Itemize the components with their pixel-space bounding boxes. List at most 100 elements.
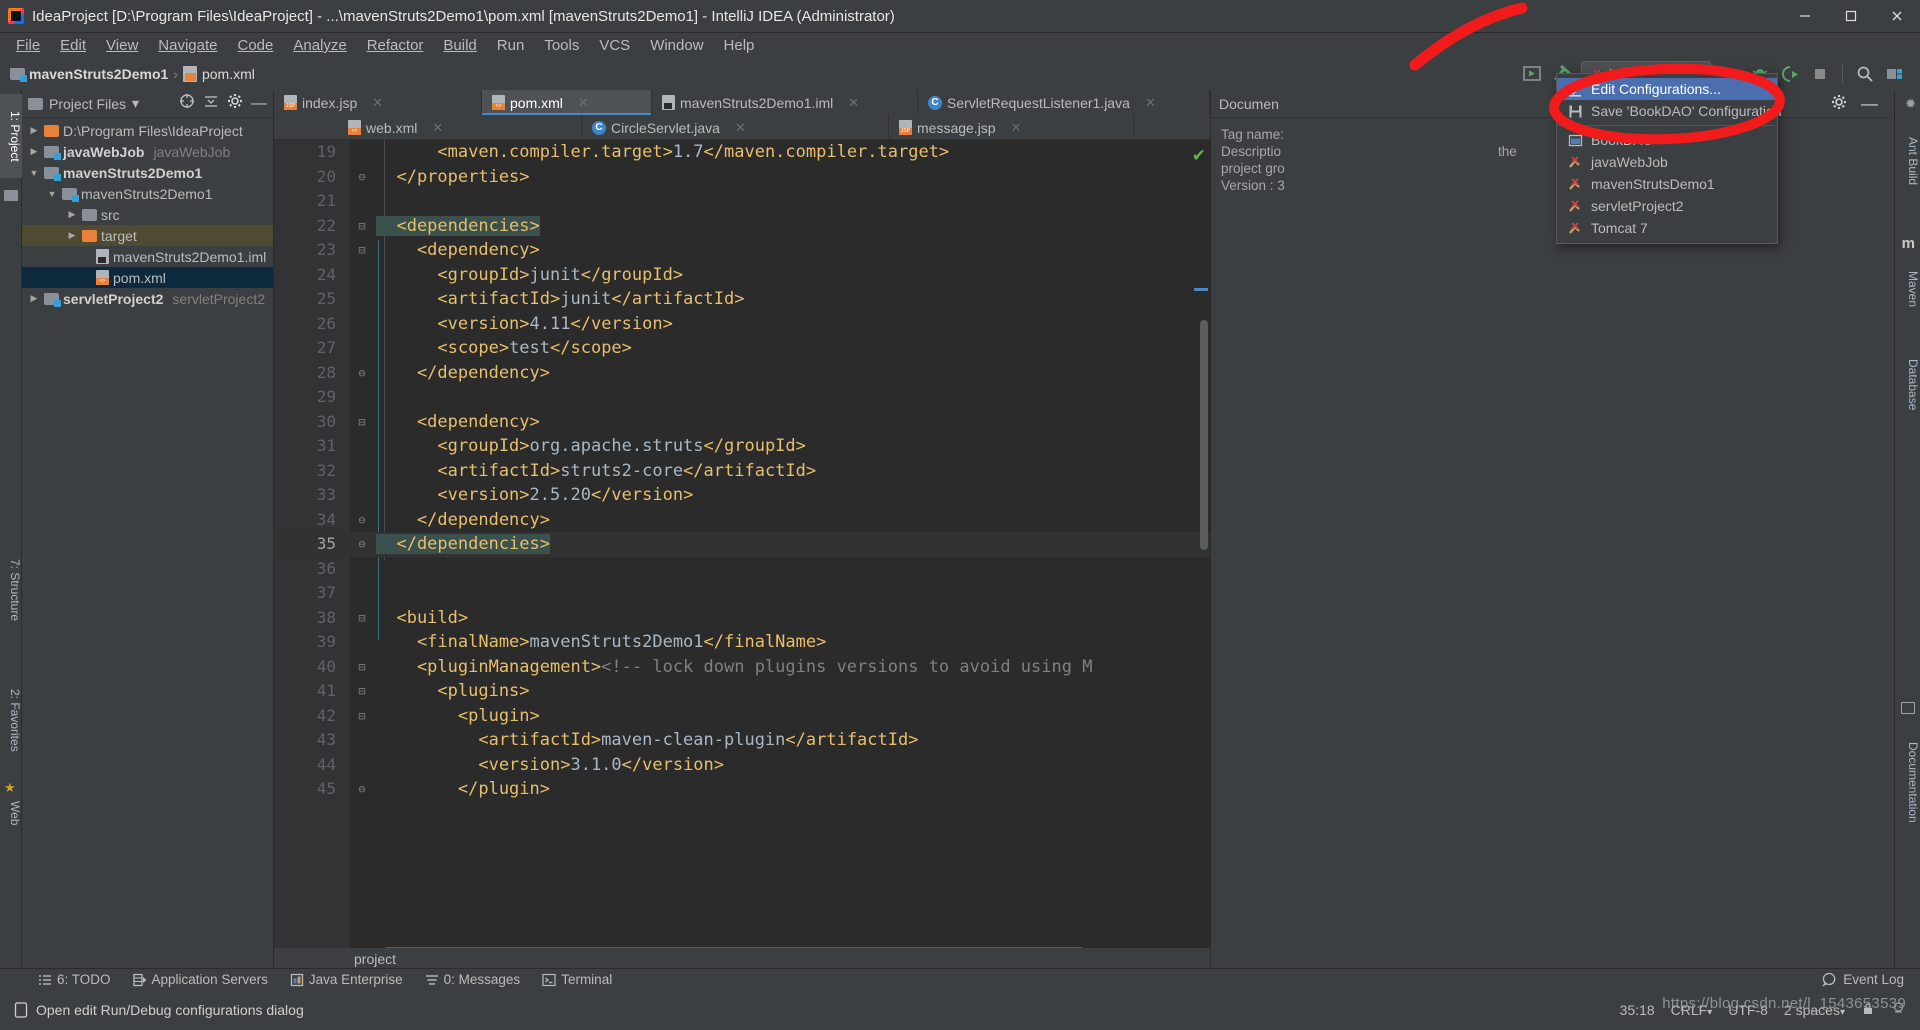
expand-arrow-icon[interactable]: ▶	[28, 293, 40, 304]
gear-icon[interactable]	[1831, 94, 1847, 113]
code-fold-icon[interactable]: ⊟	[352, 679, 372, 704]
caret-position[interactable]: 35:18	[1620, 1002, 1655, 1018]
menu-view[interactable]: View	[96, 35, 148, 56]
menu-navigate[interactable]: Navigate	[148, 35, 227, 56]
tree-node-mavenstruts2demo1-root[interactable]: ▼ mavenStruts2Demo1	[22, 162, 273, 183]
expand-arrow-icon[interactable]: ▶	[28, 146, 40, 157]
tab-close-icon[interactable]: ✕	[578, 95, 589, 111]
tool-window-favorites[interactable]: 2: Favorites	[0, 670, 22, 770]
collapse-arrow-icon[interactable]: ▼	[46, 189, 58, 199]
tool-window-messages[interactable]: 0: Messages	[425, 972, 520, 987]
indent-setting[interactable]: 2 spaces▾	[1784, 1002, 1845, 1018]
code-fold-icon[interactable]: ⊖	[352, 777, 372, 802]
tool-window-project[interactable]: 1: Project	[0, 94, 22, 178]
menu-refactor[interactable]: Refactor	[357, 35, 434, 56]
breadcrumb-file[interactable]: pom.xml	[202, 66, 255, 82]
run-with-coverage-button[interactable]	[1779, 63, 1801, 85]
hide-panel-icon[interactable]: —	[251, 95, 267, 113]
tab-web-xml[interactable]: web.xml ✕	[338, 115, 582, 140]
project-structure-icon[interactable]	[1884, 63, 1906, 85]
tab-mavenstruts2demo1-iml[interactable]: mavenStruts2Demo1.iml ✕	[652, 90, 918, 115]
breadcrumb-module[interactable]: mavenStruts2Demo1	[29, 66, 168, 82]
tree-node-target[interactable]: ▶ target	[22, 225, 273, 246]
menu-item-servletproject2[interactable]: servletProject2	[1557, 195, 1777, 217]
expand-arrow-icon[interactable]: ▶	[66, 209, 78, 220]
tab-close-icon[interactable]: ✕	[848, 95, 859, 111]
code-fold-icon[interactable]: ⊟	[352, 214, 372, 239]
menu-analyze[interactable]: Analyze	[283, 35, 356, 56]
code-fold-icon[interactable]: ⊟	[352, 238, 372, 263]
tool-window-application-servers[interactable]: Application Servers	[132, 972, 268, 987]
menu-edit[interactable]: Edit	[50, 35, 96, 56]
search-icon[interactable]	[1854, 63, 1876, 85]
tab-circleservlet-java[interactable]: C CircleServlet.java ✕	[582, 115, 889, 140]
editor-breadcrumb[interactable]: project	[274, 948, 1210, 970]
tab-close-icon[interactable]: ✕	[372, 95, 383, 111]
gear-icon[interactable]	[227, 93, 243, 114]
tab-close-icon[interactable]: ✕	[432, 120, 443, 136]
menu-item-edit-configurations[interactable]: Edit Configurations...	[1557, 78, 1777, 100]
code-editor[interactable]: 19 <maven.compiler.target>1.7</maven.com…	[274, 140, 1210, 970]
tool-window-web[interactable]: Web	[0, 790, 22, 836]
code-fold-icon[interactable]: ⊖	[352, 532, 372, 557]
tool-window-ant-build[interactable]: Ant Build	[1894, 116, 1920, 206]
tool-window-structure[interactable]: 7: Structure	[0, 540, 22, 640]
tree-node-iml-file[interactable]: mavenStruts2Demo1.iml	[22, 246, 273, 267]
menu-item-bookdao[interactable]: BookDAO	[1557, 129, 1777, 151]
menu-build[interactable]: Build	[433, 35, 486, 56]
line-separator[interactable]: CRLF▾	[1671, 1002, 1713, 1018]
file-encoding[interactable]: UTF-8	[1728, 1002, 1768, 1018]
code-fold-icon[interactable]: ⊖	[352, 508, 372, 533]
tree-node-servletproject2[interactable]: ▶ servletProject2 servletProject2	[22, 288, 273, 309]
tree-node-src[interactable]: ▶ src	[22, 204, 273, 225]
tree-node-pom-xml[interactable]: pom.xml	[22, 267, 273, 288]
tool-window-database[interactable]: Database	[1894, 345, 1920, 425]
tab-close-icon[interactable]: ✕	[735, 120, 746, 136]
menu-code[interactable]: Code	[227, 35, 283, 56]
code-fold-icon[interactable]: ⊟	[352, 606, 372, 631]
event-log-area[interactable]: Event Log	[1822, 972, 1920, 987]
maximize-button[interactable]	[1828, 0, 1874, 33]
code-fold-icon[interactable]: ⊟	[352, 655, 372, 680]
code-fold-icon[interactable]: ⊖	[352, 361, 372, 386]
code-fold-icon[interactable]: ⊟	[352, 704, 372, 729]
menu-tools[interactable]: Tools	[534, 35, 589, 56]
inspection-ok-icon[interactable]: ✔	[1192, 146, 1206, 166]
tab-pom-xml[interactable]: pom.xml ✕	[482, 90, 652, 115]
tab-servletrequestlistener1-java[interactable]: C ServletRequestListener1.java ✕	[918, 90, 1210, 115]
editor-vertical-scrollbar[interactable]	[1200, 320, 1208, 550]
tool-window-documentation[interactable]: Documentation	[1894, 722, 1920, 842]
tool-window-terminal[interactable]: Terminal	[542, 972, 612, 987]
menu-item-javawebjob[interactable]: javaWebJob	[1557, 151, 1777, 173]
project-panel-title[interactable]: Project Files	[49, 96, 126, 112]
code-fold-icon[interactable]: ⊖	[352, 165, 372, 190]
menu-item-mavenstrutsdemo1[interactable]: mavenStrutsDemo1	[1557, 173, 1777, 195]
lock-icon[interactable]	[1861, 1002, 1875, 1019]
hide-panel-icon[interactable]: —	[1861, 94, 1878, 114]
stop-button[interactable]	[1809, 63, 1831, 85]
menu-vcs[interactable]: VCS	[589, 35, 640, 56]
expand-arrow-icon[interactable]: ▶	[28, 125, 40, 136]
run-anything-icon[interactable]	[1521, 63, 1543, 85]
collapse-arrow-icon[interactable]: ▼	[28, 168, 40, 178]
expand-arrow-icon[interactable]: ▶	[66, 230, 78, 241]
collapse-all-icon[interactable]	[203, 93, 219, 114]
menu-help[interactable]: Help	[714, 35, 765, 56]
code-fold-icon[interactable]: ⊟	[352, 410, 372, 435]
tree-node-ideaproject[interactable]: ▶ D:\Program Files\IdeaProject	[22, 120, 273, 141]
menu-item-save-configuration[interactable]: Save 'BookDAO' Configuration	[1557, 100, 1782, 122]
tab-close-icon[interactable]: ✕	[1011, 120, 1022, 136]
tool-window-todo[interactable]: 6: TODO	[38, 972, 111, 987]
tab-close-icon[interactable]: ✕	[1145, 95, 1156, 111]
scroll-from-source-icon[interactable]	[179, 93, 195, 114]
minimize-button[interactable]	[1782, 0, 1828, 33]
project-view-caret-icon[interactable]: ▾	[132, 95, 139, 112]
menu-item-tomcat-7[interactable]: Tomcat 7	[1557, 217, 1777, 239]
menu-run[interactable]: Run	[487, 35, 535, 56]
tree-node-javawebjob[interactable]: ▶ javaWebJob javaWebJob	[22, 141, 273, 162]
tree-node-mavenstruts2demo1-child[interactable]: ▼ mavenStruts2Demo1	[22, 183, 273, 204]
close-button[interactable]	[1874, 0, 1920, 33]
tab-message-jsp[interactable]: message.jsp ✕	[889, 115, 1134, 140]
tool-window-maven[interactable]: Maven	[1894, 258, 1920, 320]
hector-icon[interactable]	[1891, 1001, 1906, 1019]
